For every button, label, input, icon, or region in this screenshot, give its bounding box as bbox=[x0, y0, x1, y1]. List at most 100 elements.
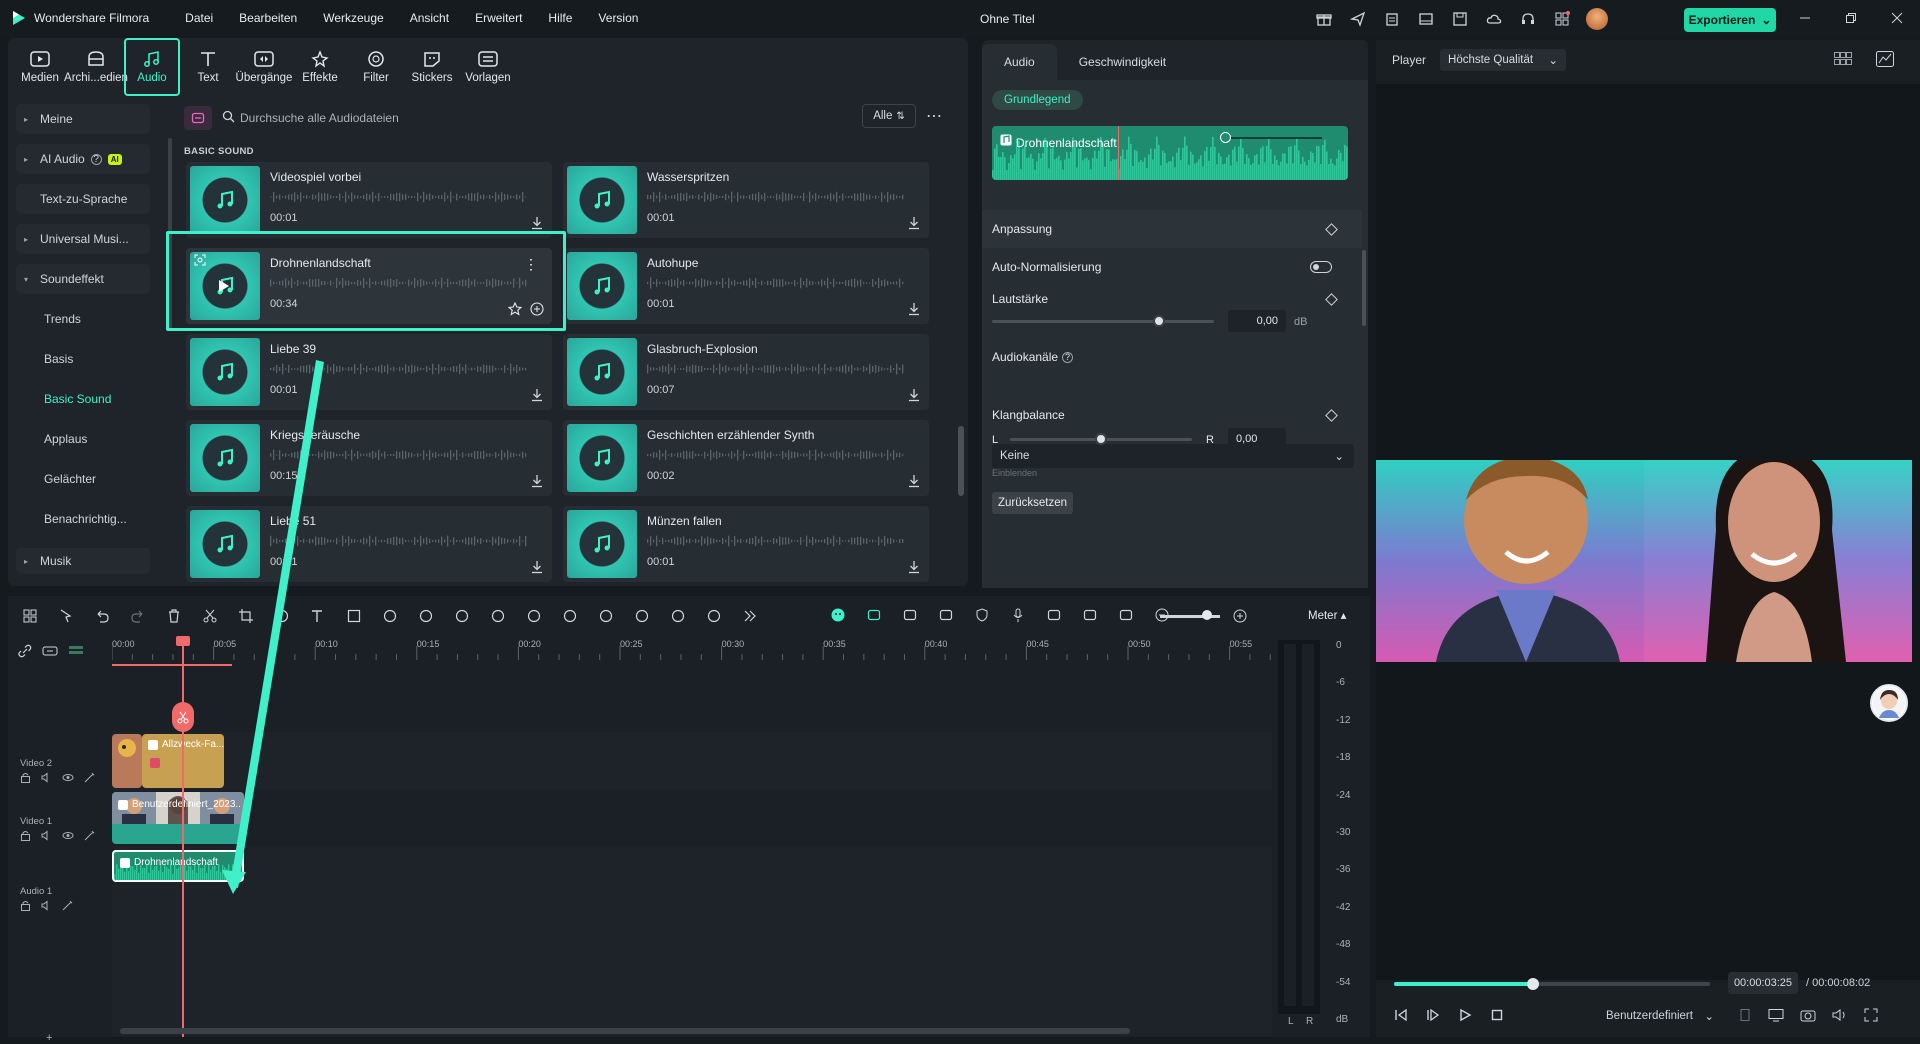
sidebar-item-ai-audio[interactable]: ▸ AI Audio? AI bbox=[16, 144, 150, 174]
adjust-icon[interactable] bbox=[660, 601, 696, 631]
tab-medien[interactable]: Medien bbox=[12, 38, 68, 96]
audio-1-clip[interactable]: Drohnenlandschaft bbox=[112, 850, 244, 882]
tab-uebergaenge[interactable]: Übergänge bbox=[236, 38, 292, 96]
quality-select[interactable]: Höchste Qualität ⌄ bbox=[1440, 49, 1567, 71]
tab-audio-props[interactable]: Audio bbox=[982, 44, 1057, 80]
sound-card[interactable]: Glasbruch-Explosion 00:07 bbox=[563, 334, 929, 410]
speaker-icon[interactable] bbox=[41, 830, 52, 841]
menu-datei[interactable]: Datei bbox=[185, 11, 213, 25]
magic-icon[interactable] bbox=[84, 772, 95, 783]
voice-icon[interactable] bbox=[1036, 600, 1072, 630]
grid-view-icon[interactable] bbox=[1834, 52, 1852, 66]
eye-icon[interactable] bbox=[62, 772, 74, 783]
stabilize-icon[interactable] bbox=[588, 601, 624, 631]
crop-icon[interactable] bbox=[228, 601, 264, 631]
sidebar-item-soundeffekt[interactable]: ▾ Soundeffekt bbox=[16, 264, 150, 294]
stop-icon[interactable] bbox=[1490, 1008, 1504, 1022]
cloud-icon[interactable] bbox=[1484, 9, 1504, 29]
speaker-icon[interactable] bbox=[41, 772, 52, 783]
sidebar-item-applaus[interactable]: Applaus bbox=[16, 424, 150, 454]
send-icon[interactable] bbox=[1348, 9, 1368, 29]
tab-text[interactable]: Text bbox=[180, 38, 236, 96]
playhead[interactable] bbox=[182, 636, 184, 1037]
volume-slider[interactable] bbox=[992, 320, 1214, 323]
sidebar-item-musik[interactable]: ▸ Musik bbox=[16, 548, 150, 574]
menu-erweitert[interactable]: Erweitert bbox=[475, 11, 522, 25]
motion-icon[interactable] bbox=[624, 601, 660, 631]
ai-text-icon[interactable] bbox=[696, 601, 732, 631]
sidebar-item-gelaechter[interactable]: Gelächter bbox=[16, 464, 150, 494]
restore-icon[interactable] bbox=[1828, 0, 1874, 36]
marker-icon[interactable] bbox=[1738, 1008, 1752, 1022]
timer-icon[interactable] bbox=[552, 601, 588, 631]
lock-icon[interactable] bbox=[20, 772, 31, 783]
download-icon[interactable] bbox=[530, 216, 544, 230]
sidebar-item-universal-musik[interactable]: ▸ Universal Musi... bbox=[16, 224, 150, 254]
split-scissors-icon[interactable] bbox=[172, 702, 194, 732]
speaker-icon[interactable] bbox=[41, 900, 52, 911]
menu-werkzeuge[interactable]: Werkzeuge bbox=[323, 11, 383, 25]
sound-card[interactable]: Videospiel vorbei 00:01 bbox=[186, 162, 552, 238]
tab-geschwindigkeit[interactable]: Geschwindigkeit bbox=[1057, 44, 1188, 80]
prev-frame-icon[interactable] bbox=[1394, 1008, 1408, 1022]
download-icon[interactable] bbox=[530, 560, 544, 574]
more-options-icon[interactable]: ⋯ bbox=[922, 104, 946, 128]
shield-icon[interactable] bbox=[964, 600, 1000, 630]
volume-value[interactable]: 0,00 bbox=[1228, 310, 1286, 332]
playback-progress-bar[interactable] bbox=[1394, 978, 1710, 990]
tab-effekte[interactable]: Effekte bbox=[292, 38, 348, 96]
tab-stickers[interactable]: Stickers bbox=[404, 38, 460, 96]
sound-card[interactable]: Kriegsgeräusche 00:15 bbox=[186, 420, 552, 496]
ai-companion-icon[interactable] bbox=[820, 600, 856, 630]
balance-slider-knob[interactable] bbox=[1095, 433, 1107, 445]
lock-icon[interactable] bbox=[20, 830, 31, 841]
playback-progress-knob[interactable] bbox=[1527, 978, 1540, 990]
play-frame-icon[interactable] bbox=[1426, 1008, 1440, 1022]
delete-icon[interactable] bbox=[156, 601, 192, 631]
video-2-clip-sticker[interactable] bbox=[112, 734, 142, 788]
tab-vorlagen[interactable]: Vorlagen bbox=[460, 38, 516, 96]
ai-tool-icon[interactable] bbox=[480, 601, 516, 631]
pip-icon[interactable] bbox=[1072, 600, 1108, 630]
download-icon[interactable] bbox=[907, 216, 921, 230]
scope-icon[interactable] bbox=[1876, 51, 1894, 67]
sound-card[interactable]: Liebe 51 00:01 bbox=[186, 506, 552, 582]
property-scrollbar[interactable] bbox=[1362, 250, 1366, 326]
auto-reframe-icon[interactable] bbox=[892, 600, 928, 630]
resolution-select[interactable]: Benutzerdefiniert ⌄ bbox=[1598, 1005, 1722, 1027]
layout-icon[interactable] bbox=[1416, 9, 1436, 29]
help-icon[interactable]: ? bbox=[1062, 351, 1074, 363]
clip-volume-knob[interactable] bbox=[1220, 132, 1231, 143]
eye-icon[interactable] bbox=[62, 830, 74, 841]
more-tools-icon[interactable] bbox=[732, 601, 768, 631]
link-icon[interactable] bbox=[18, 644, 32, 658]
auto-normalisierung-toggle[interactable] bbox=[1310, 261, 1332, 273]
tab-archiv[interactable]: Archi...edien bbox=[64, 38, 128, 96]
lock-icon[interactable] bbox=[20, 900, 31, 911]
speed-icon[interactable] bbox=[408, 601, 444, 631]
current-timecode[interactable]: 00:00:03:25 bbox=[1728, 972, 1798, 994]
meter-dropdown[interactable]: Meter ▴ bbox=[1308, 608, 1346, 622]
play-range-icon[interactable] bbox=[928, 600, 964, 630]
volume-slider-knob[interactable] bbox=[1152, 315, 1165, 327]
filter-dropdown[interactable]: Alle ⇅ bbox=[862, 104, 916, 128]
menu-bearbeiten[interactable]: Bearbeiten bbox=[239, 11, 297, 25]
sound-list-scrollbar[interactable] bbox=[958, 426, 964, 496]
cut-icon[interactable] bbox=[192, 601, 228, 631]
keyframe-diamond-icon[interactable] bbox=[1325, 408, 1338, 422]
download-icon[interactable] bbox=[530, 474, 544, 488]
download-icon[interactable] bbox=[907, 302, 921, 316]
play-icon[interactable] bbox=[1458, 1008, 1472, 1022]
sound-card[interactable]: Geschichten erzählender Synth 00:02 bbox=[563, 420, 929, 496]
time-ruler[interactable]: 00:00 00:05 00:10 00:15 00:20 00:25 00:30 00:35… bbox=[112, 636, 1272, 668]
shape-icon[interactable] bbox=[336, 601, 372, 631]
sidebar-item-text-zu-sprache[interactable]: Text-zu-Sprache bbox=[16, 184, 150, 214]
ai-assistant-avatar[interactable] bbox=[1870, 684, 1908, 722]
download-icon[interactable] bbox=[907, 474, 921, 488]
sidebar-item-basis[interactable]: Basis bbox=[16, 344, 150, 374]
sidebar-item-basic-sound[interactable]: Basic Sound bbox=[16, 384, 150, 414]
track-manager-icon[interactable] bbox=[68, 644, 84, 658]
sidebar-item-benachrichtigung[interactable]: Benachrichtig... bbox=[16, 504, 150, 534]
snap-icon[interactable] bbox=[856, 600, 892, 630]
user-avatar[interactable] bbox=[1586, 8, 1608, 30]
